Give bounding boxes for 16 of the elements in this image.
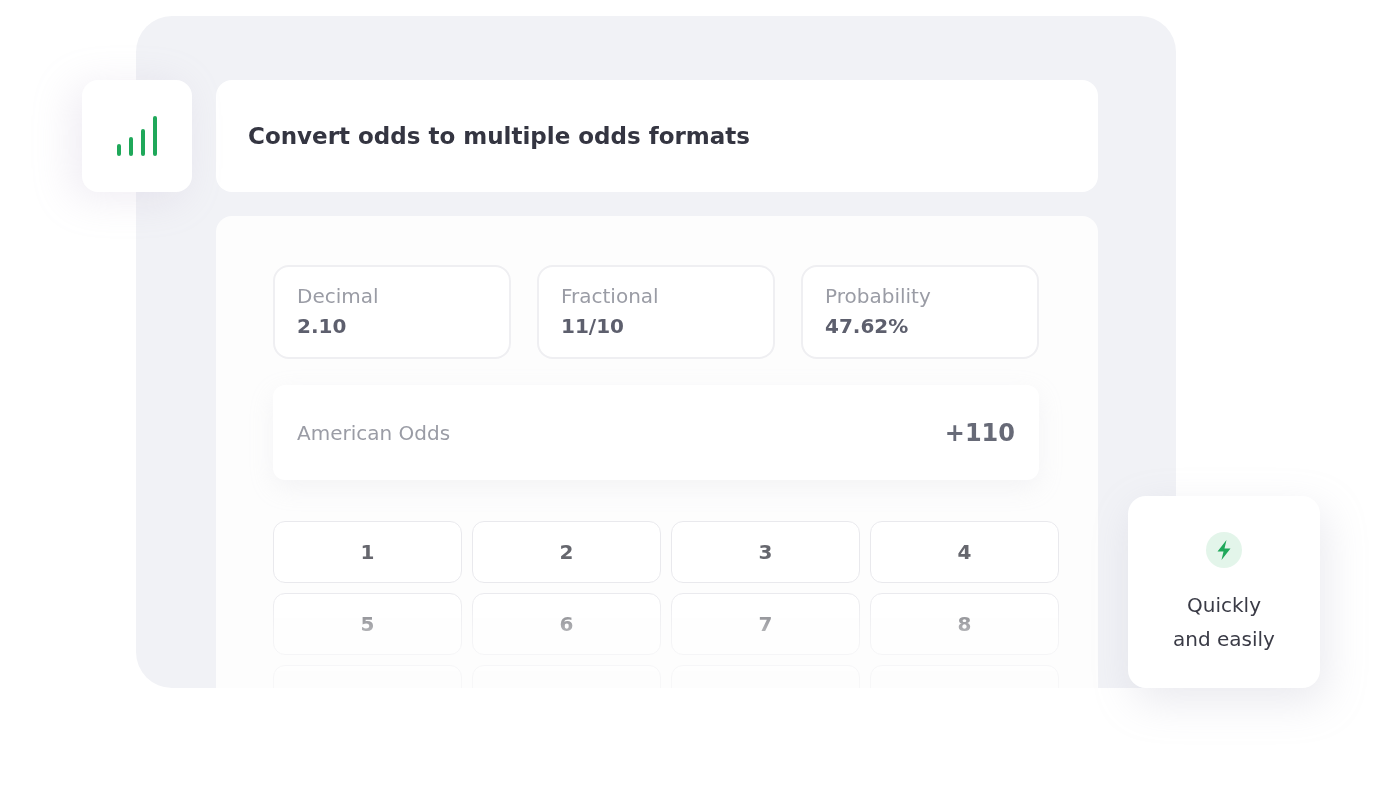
format-value: 47.62%	[825, 314, 910, 338]
format-value: 2.10	[297, 314, 348, 338]
keypad-key[interactable]: 4	[870, 521, 1059, 583]
format-label: Decimal	[297, 284, 380, 308]
format-label: Probability	[825, 284, 932, 308]
signal-bars-icon	[116, 115, 158, 157]
format-label: Fractional	[561, 284, 660, 308]
lightning-icon	[1206, 532, 1242, 568]
format-value: 11/10	[561, 314, 625, 338]
card-title: Convert odds to multiple odds formats	[248, 123, 751, 149]
american-odds-label: American Odds	[297, 420, 451, 445]
keypad-key[interactable]: 1	[273, 521, 462, 583]
keypad-key[interactable]: 3	[671, 521, 860, 583]
american-odds-value: +110	[944, 418, 1015, 447]
keypad-key[interactable]: 2	[472, 521, 661, 583]
feature-text: Quickly and easily	[1172, 592, 1276, 653]
